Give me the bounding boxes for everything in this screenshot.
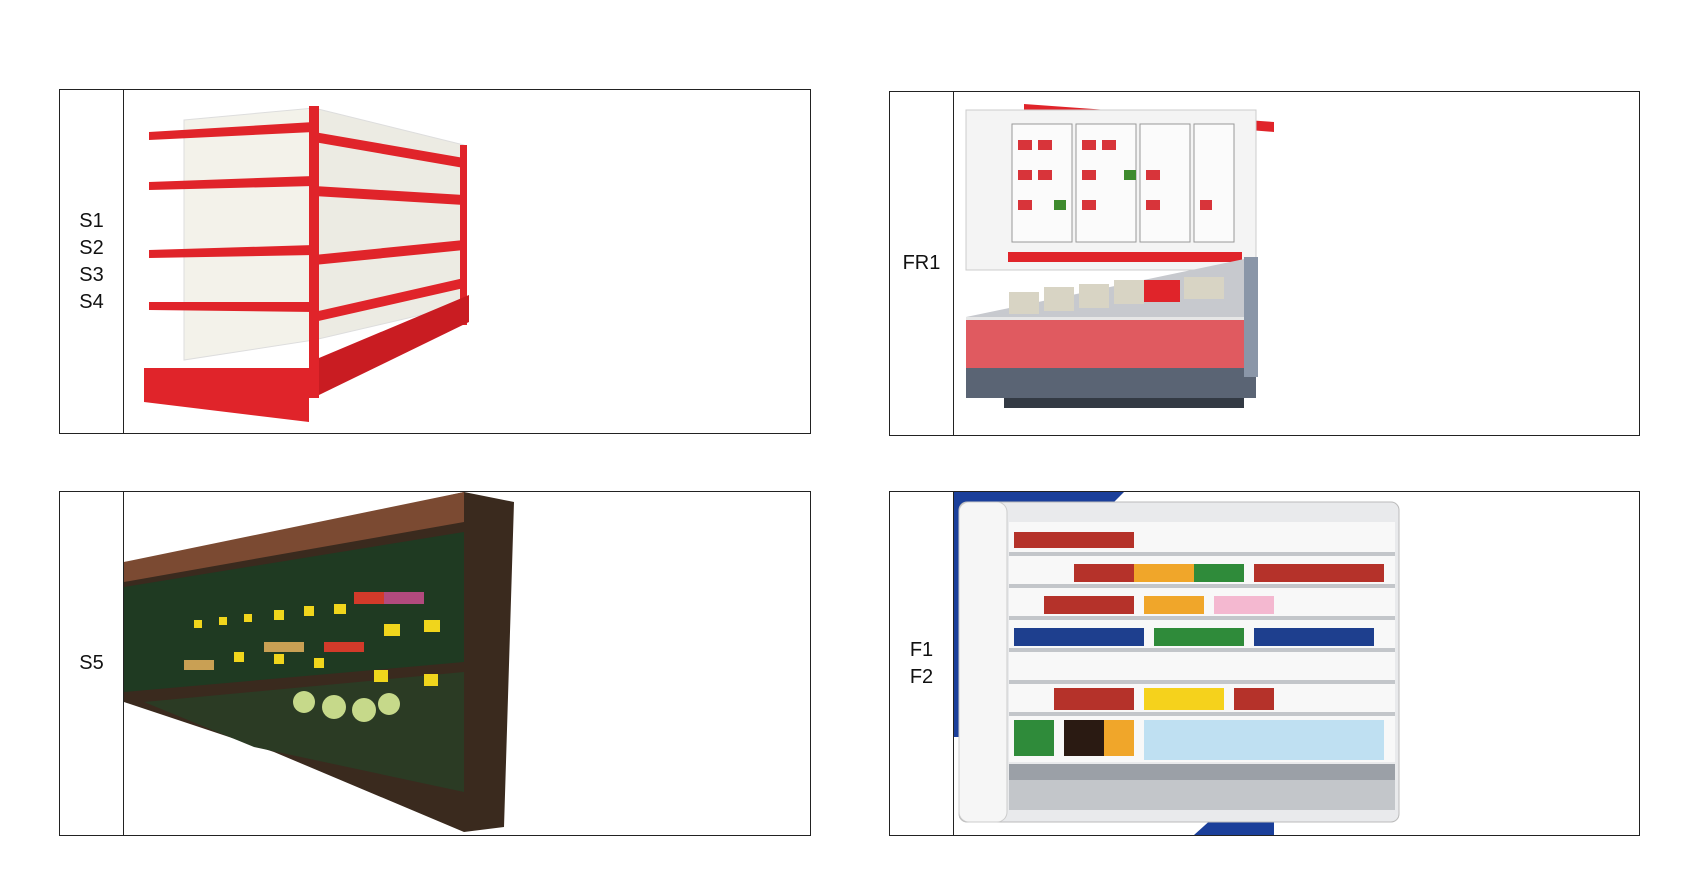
panel-label-cell: F1 F2 [890,492,954,835]
combination-freezer-image [954,92,1639,435]
freezer-code: FR1 [902,252,941,274]
produce-display-image [124,492,810,835]
panel-open-chiller: F1 F2 [889,491,1640,836]
shelf-code: S1 [79,209,104,232]
chiller-code-list: F1 F2 [910,637,933,691]
shelf-code: S4 [79,290,104,313]
gondola-shelving-icon [144,106,469,422]
shelf-code-list: S5 [79,650,103,677]
gondola-shelving-image [124,90,810,433]
chiller-code: F1 [909,638,934,661]
shelf-code-list: S1 S2 S3 S4 [79,208,103,316]
panel-label-cell: S5 [60,492,124,835]
chiller-code: F2 [909,665,934,688]
produce-display-icon [124,492,514,832]
panel-freezer: FR1 [889,91,1640,436]
panel-label-cell: FR1 [890,92,954,435]
combination-freezer-icon [965,104,1274,408]
shelf-code: S3 [79,263,104,286]
shelf-code: S5 [79,652,104,674]
panel-produce-rack: S5 [59,491,811,836]
panel-label-cell: S1 S2 S3 S4 [60,90,124,433]
open-chiller-image [954,492,1639,835]
freezer-code-list: FR1 [903,250,941,277]
open-chiller-icon [954,492,1400,835]
panel-gondola-shelf: S1 S2 S3 S4 [59,89,811,434]
shelf-code: S2 [79,236,104,259]
